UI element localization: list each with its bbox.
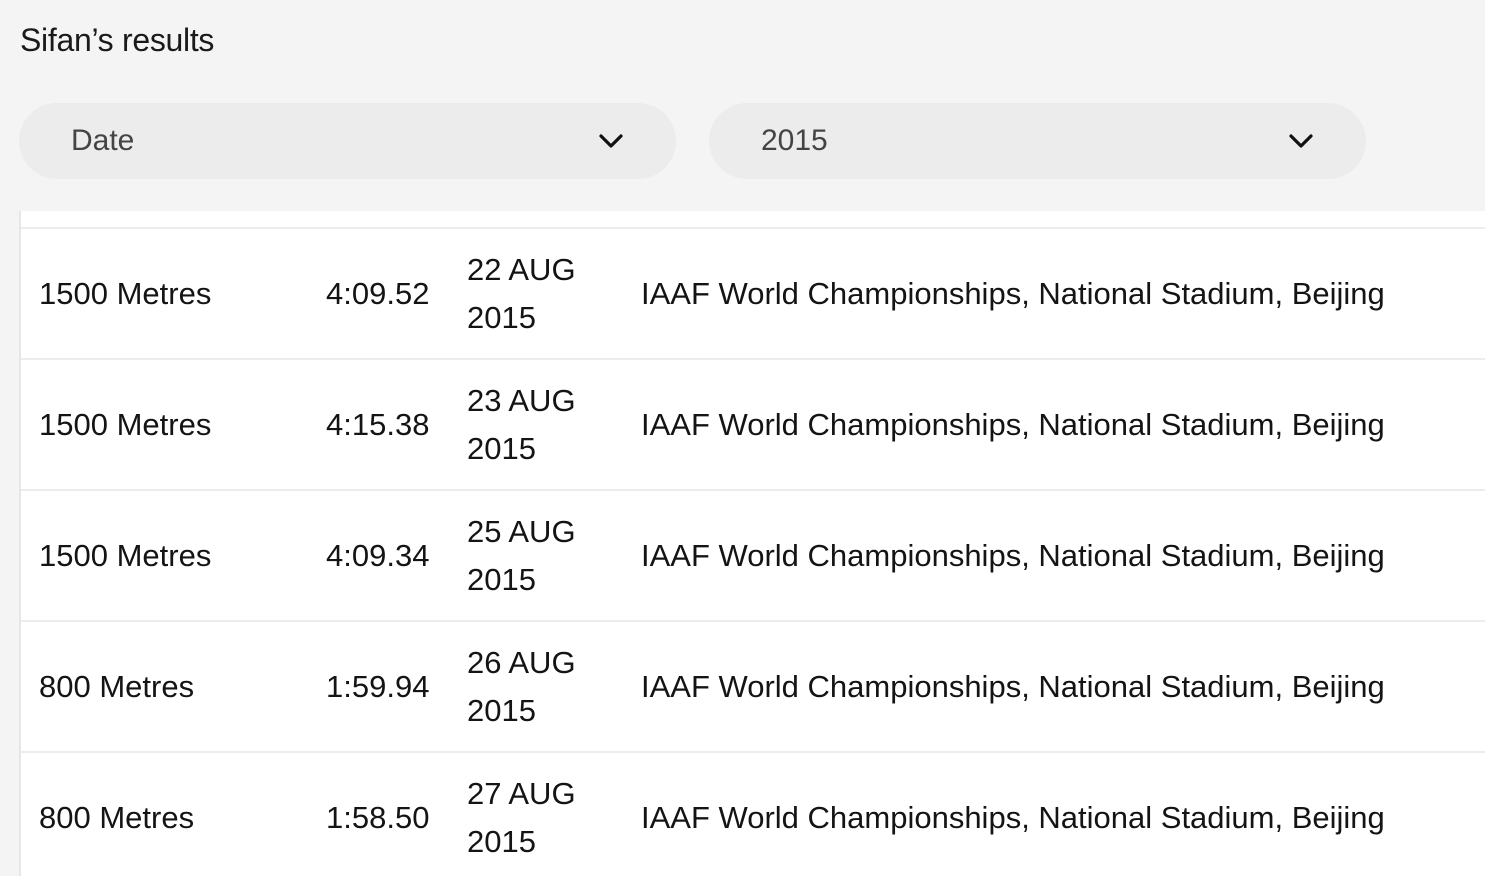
date-year: 2015 (467, 561, 536, 597)
date-day: 27 AUG (467, 775, 576, 811)
table-row: 1500 Metres 4:09.52 22 AUG 2015 IAAF Wor… (21, 229, 1485, 360)
table-row: 800 Metres 1:58.50 27 AUG 2015 IAAF Worl… (21, 753, 1485, 876)
year-value: 2015 (761, 124, 828, 157)
date-day: 22 AUG (467, 251, 576, 287)
date-day: 23 AUG (467, 382, 576, 418)
date-year: 2015 (467, 692, 536, 728)
date-day: 25 AUG (467, 513, 576, 549)
page-title: Sifan’s results (20, 22, 215, 58)
discipline-cell: 1500 Metres (39, 406, 212, 442)
mark-cell: 1:59.94 (326, 668, 430, 704)
discipline-cell: 800 Metres (39, 668, 195, 704)
mark-cell: 4:09.34 (326, 537, 430, 573)
chevron-down-icon (1289, 134, 1313, 148)
date-year: 2015 (467, 430, 536, 466)
table-row: 1500 Metres 4:15.38 23 AUG 2015 IAAF Wor… (21, 360, 1485, 491)
date-cell: 27 AUG 2015 (467, 753, 607, 876)
year-dropdown[interactable]: 2015 (709, 103, 1366, 179)
date-cell: 26 AUG 2015 (467, 622, 607, 751)
mark-cell: 1:58.50 (326, 799, 430, 835)
date-day: 26 AUG (467, 644, 576, 680)
competition-cell: IAAF World Championships, National Stadi… (641, 799, 1385, 835)
date-cell: 22 AUG 2015 (467, 229, 607, 358)
chevron-down-icon (599, 134, 623, 148)
date-year: 2015 (467, 823, 536, 859)
discipline-cell: 1500 Metres (39, 275, 212, 311)
competition-cell: IAAF World Championships, National Stadi… (641, 668, 1385, 704)
mark-cell: 4:15.38 (326, 406, 430, 442)
competition-cell: IAAF World Championships, National Stadi… (641, 406, 1385, 442)
competition-cell: IAAF World Championships, National Stadi… (641, 275, 1385, 311)
sort-by-value: Date (71, 124, 135, 157)
discipline-cell: 1500 Metres (39, 537, 212, 573)
discipline-cell: 800 Metres (39, 799, 195, 835)
mark-cell: 4:09.52 (326, 275, 430, 311)
date-year: 2015 (467, 299, 536, 335)
date-cell: 25 AUG 2015 (467, 491, 607, 620)
table-row: 800 Metres 1:59.94 26 AUG 2015 IAAF Worl… (21, 622, 1485, 753)
results-table: 1500 Metres 4:09.52 22 AUG 2015 IAAF Wor… (19, 211, 1485, 876)
competition-cell: IAAF World Championships, National Stadi… (641, 537, 1385, 573)
table-row: 1500 Metres 4:09.34 25 AUG 2015 IAAF Wor… (21, 491, 1485, 622)
date-cell: 23 AUG 2015 (467, 360, 607, 489)
sort-by-dropdown[interactable]: Date (19, 103, 676, 179)
